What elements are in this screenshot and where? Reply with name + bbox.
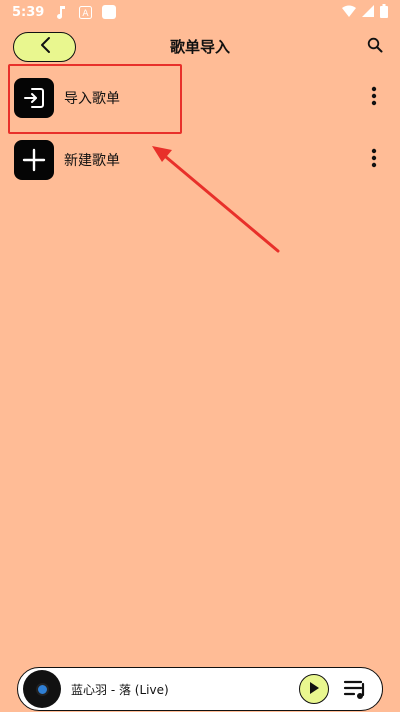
playlist-queue-button[interactable]	[343, 677, 367, 701]
battery-icon	[380, 4, 388, 22]
svg-text:A: A	[82, 9, 89, 19]
album-disc-icon[interactable]	[23, 670, 61, 708]
play-icon	[308, 680, 320, 699]
list-item-new-playlist[interactable]: 新建歌单	[0, 135, 400, 185]
more-vertical-icon	[371, 148, 377, 172]
more-options-button[interactable]	[368, 86, 380, 110]
play-button[interactable]	[299, 674, 329, 704]
mini-player[interactable]: 蓝心羽 - 落 (Live)	[17, 667, 383, 711]
status-time: 5:39	[12, 4, 45, 20]
header: 歌单导入	[0, 30, 400, 64]
status-bar: 5:39 A	[0, 0, 400, 24]
search-icon	[367, 37, 383, 57]
translate-icon: A	[78, 5, 92, 19]
plus-icon	[14, 140, 54, 180]
queue-music-icon	[343, 680, 367, 705]
search-button[interactable]	[364, 36, 386, 58]
music-note-icon	[54, 5, 68, 19]
more-options-button[interactable]	[368, 148, 380, 172]
page-title: 歌单导入	[169, 38, 230, 56]
annotation-highlight-box	[8, 64, 182, 134]
signal-icon	[362, 5, 374, 21]
wifi-icon	[342, 5, 356, 21]
app-square-icon	[102, 5, 117, 19]
more-vertical-icon	[371, 86, 377, 110]
now-playing-title: 蓝心羽 - 落 (Live)	[71, 683, 169, 697]
list-item-label: 新建歌单	[64, 153, 120, 169]
